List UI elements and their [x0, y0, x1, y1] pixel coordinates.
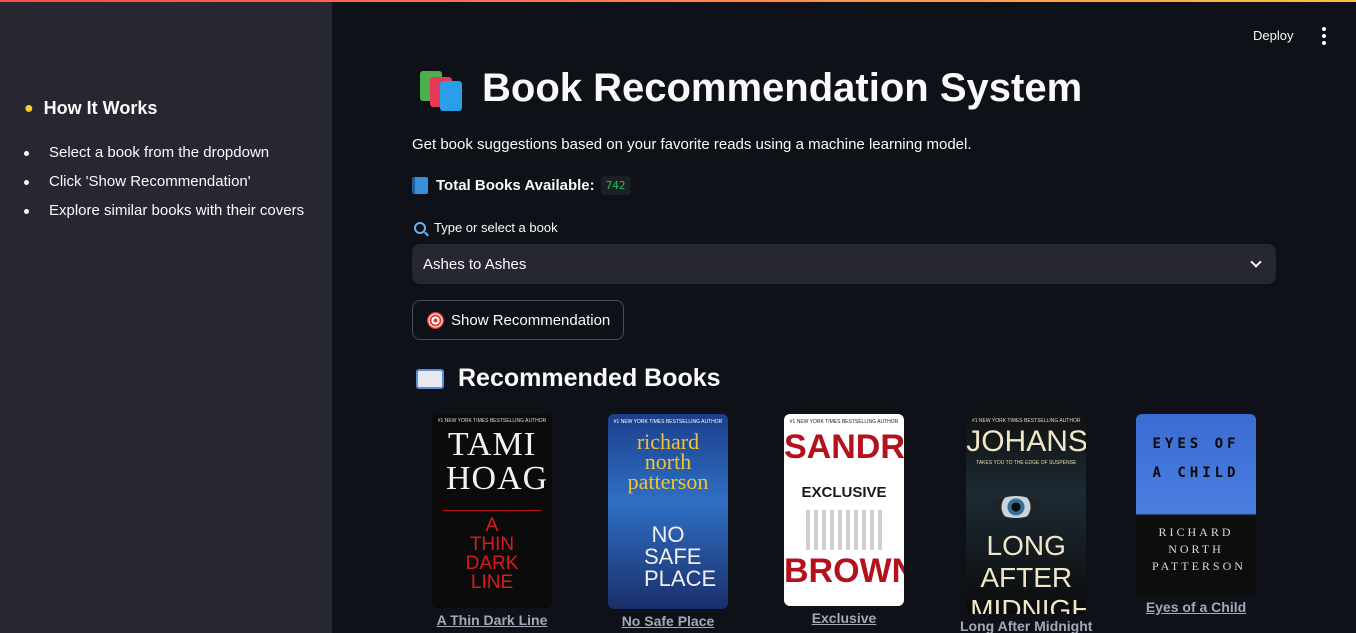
sidebar-heading-text: How It Works	[43, 98, 158, 118]
cover-author: JOHANSEN	[966, 425, 1087, 458]
book-title-text: Long After Midnight	[960, 618, 1093, 633]
page-title-text: Book Recommendation System	[482, 66, 1083, 110]
lightbulb-icon: ●	[24, 99, 34, 117]
book-card: #1 NEW YORK TIMES BESTSELLING AUTHOR ric…	[608, 414, 728, 629]
sidebar-step: Explore similar books with their covers	[24, 200, 304, 229]
select-label-text: Type or select a book	[434, 220, 558, 235]
show-recommendation-button[interactable]: Show Recommendation	[412, 300, 624, 340]
kebab-menu-icon[interactable]	[1314, 26, 1334, 46]
total-books-count: 742	[600, 176, 631, 195]
cover-author: RICHARD NORTH PATTERSON	[1152, 525, 1246, 573]
sidebar-steps: Select a book from the dropdown Click 'S…	[24, 142, 304, 229]
book-select-value: Ashes to Ashes	[423, 255, 527, 273]
chevron-down-icon[interactable]	[1250, 256, 1262, 268]
select-label: Type or select a book	[414, 220, 558, 235]
page-title: Book Recommendation System	[418, 66, 1082, 111]
book-cover[interactable]: EYES OF A CHILD RICHARD NORTH PATTERSON	[1136, 414, 1256, 595]
cover-author-first: SANDRA	[784, 428, 904, 466]
book-cover[interactable]: #1 NEW YORK TIMES BESTSELLING AUTHOR ric…	[608, 414, 728, 609]
sidebar-step: Click 'Show Recommendation'	[24, 171, 304, 200]
cover-title: EYES OF A CHILD	[1152, 436, 1240, 481]
book-title-link[interactable]: A Thin Dark Line	[437, 612, 548, 628]
book-title-link[interactable]: Exclusive	[812, 610, 877, 626]
sidebar-step: Select a book from the dropdown	[24, 142, 304, 171]
book-card: EYES OF A CHILD RICHARD NORTH PATTERSON …	[1136, 414, 1256, 615]
book-card: #1 NEW YORK TIMES BESTSELLING AUTHOR TAM…	[432, 414, 552, 628]
book-cover[interactable]: #1 NEW YORK TIMES BESTSELLING AUTHOR SAN…	[784, 414, 904, 606]
show-recommendation-label: Show Recommendation	[451, 311, 611, 329]
cover-top-text: #1 NEW YORK TIMES BESTSELLING AUTHOR	[437, 418, 547, 424]
page-subtitle: Get book suggestions based on your favor…	[412, 136, 972, 153]
deploy-button[interactable]: Deploy	[1253, 28, 1293, 43]
recommended-heading: Recommended Books	[416, 364, 721, 393]
cover-tagline: TAKES YOU TO THE EDGE OF SUSPENSE	[976, 460, 1077, 466]
recommended-heading-text: Recommended Books	[458, 364, 721, 392]
cover-title: NO SAFE PLACE	[644, 522, 717, 591]
books-icon	[418, 67, 466, 111]
cover-top-text: #1 NEW YORK TIMES BESTSELLING AUTHOR	[971, 418, 1081, 424]
cover-author: richard north patterson	[627, 429, 709, 494]
cover-title: LONG AFTER MIDNIGHT	[970, 530, 1087, 614]
cover-title: A THIN DARK LINE	[465, 515, 519, 593]
target-icon	[427, 311, 444, 329]
open-book-icon	[416, 367, 446, 391]
book-card: #1 NEW YORK TIMES BESTSELLING AUTHOR SAN…	[784, 414, 904, 626]
total-books: Total Books Available: 742	[412, 176, 631, 195]
cover-top-text: #1 NEW YORK TIMES BESTSELLING AUTHOR	[613, 419, 723, 425]
sidebar-heading: ● How It Works	[24, 98, 157, 119]
book-title-link[interactable]: Eyes of a Child	[1146, 599, 1246, 615]
total-books-label: Total Books Available:	[436, 177, 595, 194]
book-cover[interactable]: #1 NEW YORK TIMES BESTSELLING AUTHOR JOH…	[966, 414, 1087, 614]
book-title-link[interactable]: No Safe Place	[622, 613, 715, 629]
cover-top-text: #1 NEW YORK TIMES BESTSELLING AUTHOR	[789, 419, 899, 425]
cover-author: TAMI HOAG	[446, 426, 549, 497]
sidebar: ● How It Works Select a book from the dr…	[0, 2, 332, 633]
cover-title: EXCLUSIVE	[801, 484, 887, 501]
blue-book-icon	[412, 177, 428, 194]
book-cover[interactable]: #1 NEW YORK TIMES BESTSELLING AUTHOR TAM…	[432, 414, 552, 608]
magnifier-icon	[414, 221, 426, 234]
cover-author-last: BROWN	[784, 552, 904, 590]
book-card: #1 NEW YORK TIMES BESTSELLING AUTHOR JOH…	[960, 414, 1092, 633]
book-select[interactable]: Ashes to Ashes	[412, 244, 1276, 284]
